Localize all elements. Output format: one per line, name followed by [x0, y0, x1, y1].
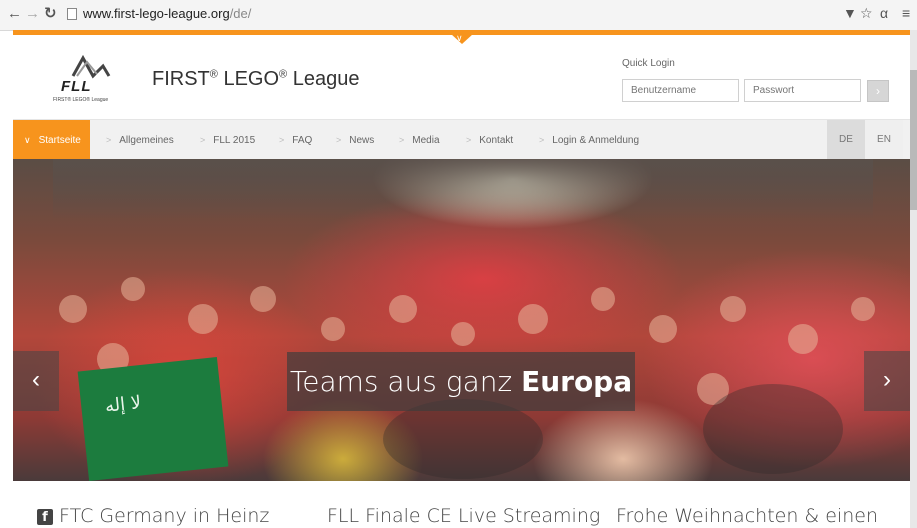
- nav-label: Media: [412, 135, 440, 146]
- browser-toolbar: ← → ↻ www.first-lego-league.org/de/ ▼ ☆ …: [0, 0, 917, 31]
- slider-next-button[interactable]: ›: [864, 351, 910, 411]
- teaser-title: Frohe Weihnachten & einen: [616, 505, 879, 527]
- quick-login-label: Quick Login: [622, 58, 675, 69]
- nav-label: Kontakt: [479, 135, 514, 146]
- chevron-right-icon: >: [200, 135, 206, 145]
- hero-slider[interactable]: لا إله Teams aus ganz Europa ‹ ›: [13, 159, 910, 481]
- forward-arrow-icon[interactable]: →: [25, 5, 40, 23]
- scrollbar[interactable]: [910, 30, 917, 528]
- back-arrow-icon[interactable]: ←: [7, 5, 22, 23]
- nav-label: FLL 2015: [213, 135, 256, 146]
- caption-bold: Europa: [521, 365, 633, 398]
- teaser-title: FTC Germany in Heinz: [59, 505, 270, 527]
- chevron-right-icon: ›: [876, 84, 880, 98]
- site-title: FIRST® LEGO® League: [152, 68, 359, 91]
- title-first: FIRST: [152, 68, 210, 90]
- chevron-right-icon: >: [106, 135, 112, 145]
- website: ∨ FLL FIRST® LEGO® League FIRST® LEGO® L…: [13, 30, 910, 528]
- username-input[interactable]: [622, 79, 739, 102]
- logo-subtext: FIRST® LEGO® League: [53, 97, 109, 103]
- slider-caption-box: Teams aus ganz Europa: [287, 352, 635, 411]
- url-path: /de/: [229, 6, 252, 21]
- logo-text: FLL: [61, 78, 92, 95]
- chevron-right-icon: >: [539, 135, 545, 145]
- chevron-down-icon: ∨: [456, 33, 463, 43]
- teaser-title: FLL Finale CE Live Streaming: [327, 505, 601, 527]
- nav-label: Login & Anmeldung: [552, 135, 639, 146]
- caption-prefix: Teams aus ganz: [289, 365, 522, 398]
- chevron-right-icon: >: [399, 135, 405, 145]
- teaser-ftc-germany[interactable]: f FTC Germany in Heinz: [37, 505, 269, 527]
- slider-prev-button[interactable]: ‹: [13, 351, 59, 411]
- teaser-live-streaming[interactable]: FLL Finale CE Live Streaming: [327, 505, 600, 527]
- chevron-right-icon: >: [336, 135, 342, 145]
- password-input[interactable]: [744, 79, 861, 102]
- reload-icon[interactable]: ↻: [44, 5, 57, 23]
- green-flag: [77, 356, 229, 481]
- chevron-down-icon: ∨: [24, 135, 31, 145]
- title-lego: LEGO: [217, 68, 280, 90]
- chevron-right-icon: >: [279, 135, 285, 145]
- url-domain: www.first-lego-league.org: [83, 6, 230, 21]
- chevron-right-icon: >: [466, 135, 472, 145]
- language-en[interactable]: EN: [865, 120, 903, 160]
- extension-icon[interactable]: ▼: [843, 5, 857, 21]
- bookmark-star-icon[interactable]: ☆: [860, 5, 873, 22]
- reg-mark: ®: [209, 68, 218, 81]
- reg-mark: ®: [279, 68, 288, 81]
- scrollbar-thumb[interactable]: [910, 70, 917, 210]
- nav-item-allgemeines[interactable]: > Allgemeines: [106, 120, 174, 160]
- nav-item-faq[interactable]: > FAQ: [279, 120, 312, 160]
- nav-item-kontakt[interactable]: > Kontakt: [466, 120, 513, 160]
- nav-item-fll-2015[interactable]: > FLL 2015: [200, 120, 255, 160]
- nav-item-login-anmeldung[interactable]: > Login & Anmeldung: [539, 120, 639, 160]
- nav-label: FAQ: [292, 135, 313, 146]
- login-submit-button[interactable]: ›: [867, 80, 889, 102]
- menu-icon[interactable]: ≡: [902, 5, 910, 21]
- nav-label: News: [349, 135, 375, 146]
- page-icon: [67, 8, 77, 20]
- main-navigation: ∨ Startseite > Allgemeines > FLL 2015 > FAQ …: [13, 119, 910, 160]
- chevron-left-icon: ‹: [32, 366, 40, 393]
- address-bar[interactable]: www.first-lego-league.org/de/: [83, 6, 251, 21]
- language-de[interactable]: DE: [827, 120, 865, 160]
- nav-item-startseite[interactable]: ∨ Startseite: [13, 120, 90, 160]
- chevron-right-icon: ›: [883, 366, 891, 393]
- flag-script-icon: لا إله: [104, 392, 143, 417]
- title-league: League: [287, 68, 360, 90]
- nav-item-news[interactable]: > News: [336, 120, 374, 160]
- slider-caption: Teams aus ganz Europa: [287, 352, 635, 411]
- facebook-icon: f: [37, 509, 53, 525]
- nav-label: Startseite: [38, 135, 81, 146]
- nav-item-media[interactable]: > Media: [399, 120, 440, 160]
- teaser-weihnachten[interactable]: Frohe Weihnachten & einen: [616, 505, 878, 527]
- addon-icon[interactable]: α: [880, 5, 888, 21]
- nav-label: Allgemeines: [119, 135, 174, 146]
